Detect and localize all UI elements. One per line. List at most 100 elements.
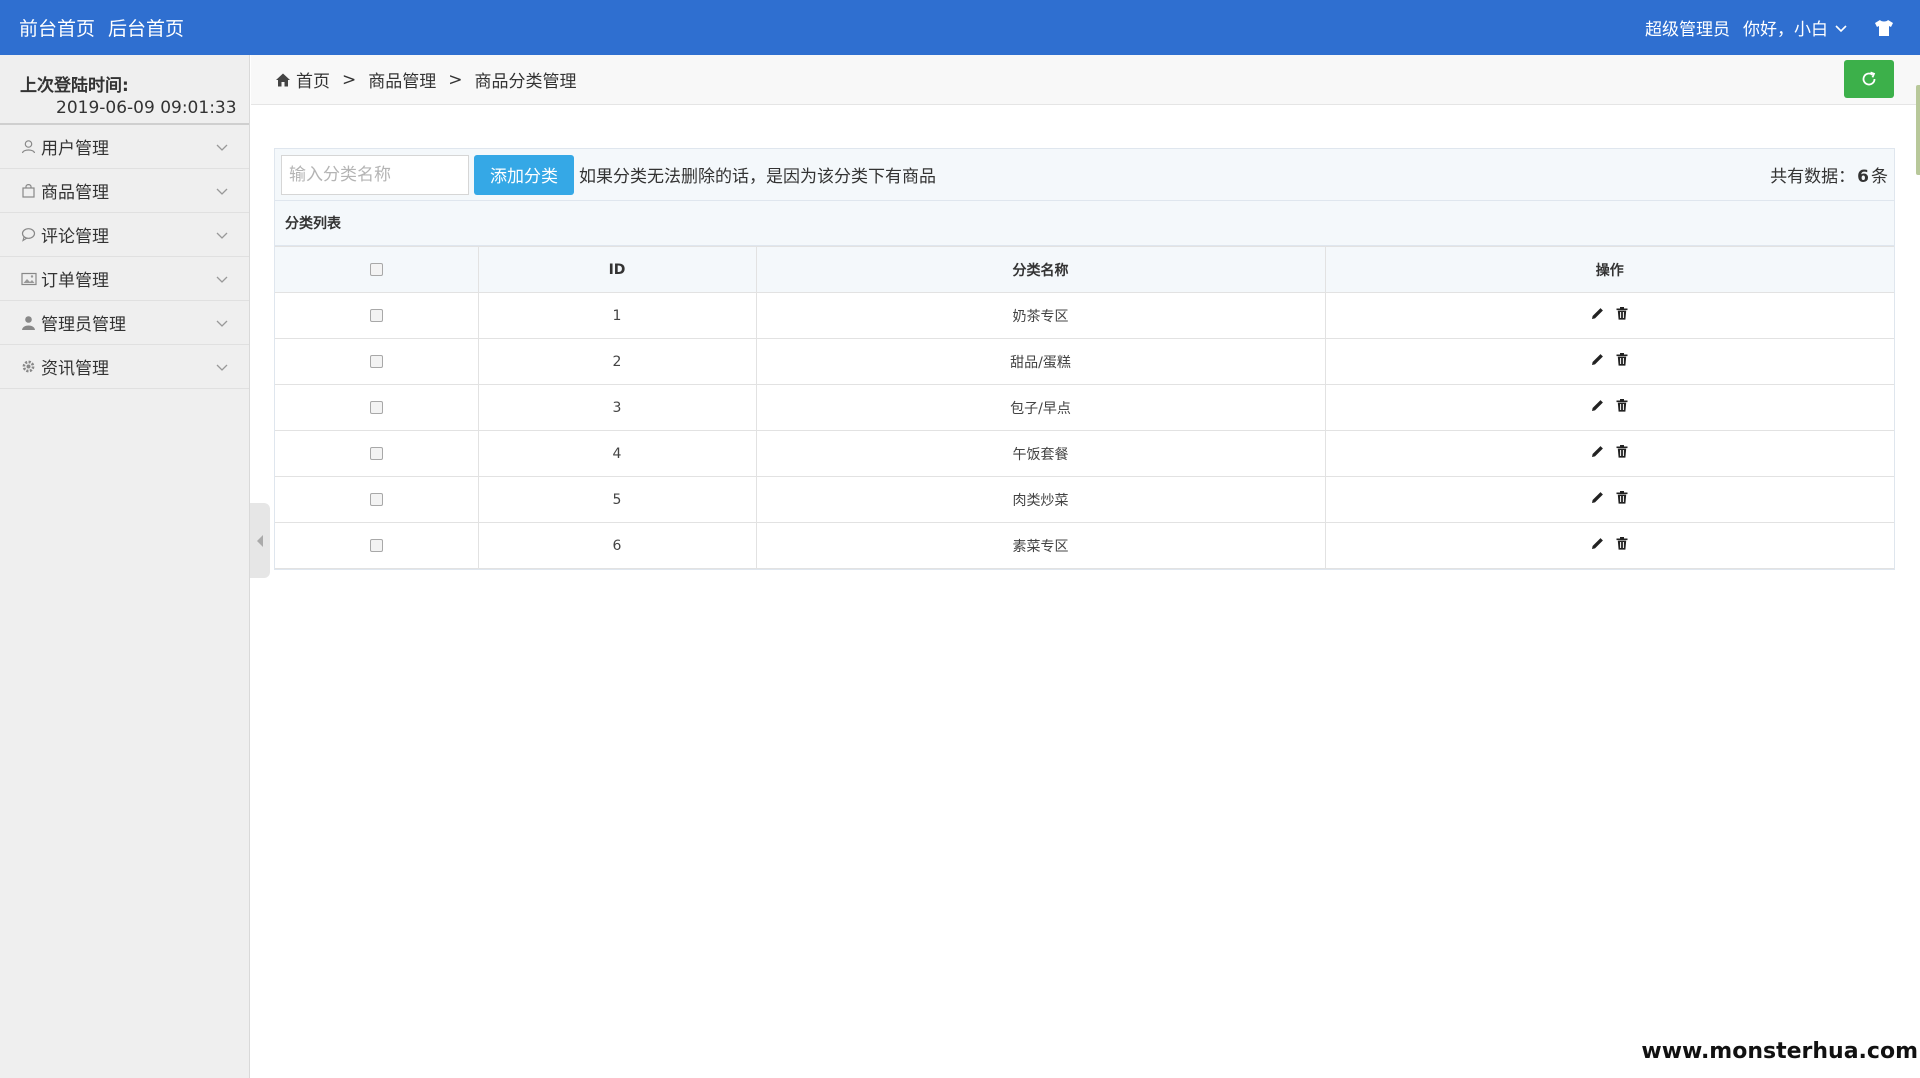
breadcrumb-product-management[interactable]: 商品管理 [368,67,436,92]
row-operations [1324,292,1894,339]
breadcrumb-separator: > [448,69,463,90]
last-login-value: 2019-06-09 09:01:33 [56,98,237,118]
sidebar-item-label: 订单管理 [41,271,109,291]
table-row: 6 素菜专区 [275,522,1894,569]
delete-trash-icon[interactable] [1616,353,1628,366]
category-toolbar: 添加分类 如果分类无法删除的话，是因为该分类下有商品 共有数据：6条 [275,149,1894,201]
caret-left-icon [257,534,263,547]
delete-trash-icon[interactable] [1616,537,1628,550]
row-id: 5 [477,476,757,523]
row-select-cell [275,338,479,385]
row-checkbox[interactable] [369,309,383,322]
watermark: www.monsterhua.com [1641,1039,1918,1064]
sidebar-item-orders[interactable]: 订单管理 [0,257,249,301]
user-greeting: 你好，小白 [1743,20,1828,40]
sidebar-item-label: 商品管理 [41,183,109,203]
table-row: 2 甜品/蛋糕 [275,338,1894,385]
user-solid-icon [20,314,37,331]
edit-pencil-icon[interactable] [1591,537,1604,550]
comment-icon [20,226,37,243]
chevron-down-icon [216,188,228,195]
home-icon [276,73,290,86]
scroll-edge-indicator [1916,85,1920,175]
breadcrumb-home[interactable]: 首页 [296,67,330,92]
sidebar-item-label: 管理员管理 [41,315,126,335]
row-select-cell [275,384,479,431]
user-area: 超级管理员 你好，小白 [1645,15,1920,40]
row-checkbox[interactable] [369,401,383,414]
row-checkbox[interactable] [369,355,383,368]
count-value: 6 [1857,167,1869,187]
count-prefix: 共有数据： [1770,167,1856,187]
sidebar-item-users[interactable]: 用户管理 [0,125,249,169]
top-nav-links: 前台首页 后台首页 [0,14,197,41]
edit-pencil-icon[interactable] [1591,353,1604,366]
delete-trash-icon[interactable] [1616,491,1628,504]
row-id: 6 [477,522,757,569]
back-home-link[interactable]: 后台首页 [108,14,184,41]
category-name-input[interactable] [281,154,469,195]
last-login-label: 上次登陆时间: [20,76,129,96]
edit-pencil-icon[interactable] [1591,491,1604,504]
chevron-down-icon [216,276,228,283]
row-operations [1324,384,1894,431]
breadcrumb: 首页 > 商品管理 > 商品分类管理 [251,55,1920,105]
table-row: 3 包子/早点 [275,384,1894,431]
sidebar-item-admins[interactable]: 管理员管理 [0,301,249,345]
row-category-name: 素菜专区 [755,522,1326,569]
table-row: 4 午饭套餐 [275,430,1894,477]
select-all-checkbox[interactable] [369,263,383,276]
sidebar-item-comments[interactable]: 评论管理 [0,213,249,257]
chevron-down-icon [1835,24,1847,32]
row-checkbox[interactable] [369,447,383,460]
top-navbar: 前台首页 后台首页 超级管理员 你好，小白 [0,0,1920,55]
category-panel: 添加分类 如果分类无法删除的话，是因为该分类下有商品 共有数据：6条 分类列表 … [274,148,1895,570]
breadcrumb-separator: > [342,69,357,90]
gear-icon [20,358,37,375]
row-checkbox[interactable] [369,493,383,506]
row-operations [1324,476,1894,523]
shopping-bag-icon [20,182,37,199]
count-suffix: 条 [1871,167,1888,187]
add-category-button[interactable]: 添加分类 [474,154,574,195]
edit-pencil-icon[interactable] [1591,307,1604,320]
delete-trash-icon[interactable] [1616,445,1628,458]
table-row: 5 肉类炒菜 [275,476,1894,523]
sidebar: 上次登陆时间: 2019-06-09 09:01:33 用户管理 商品管理 评论… [0,55,250,1078]
chevron-down-icon [216,232,228,239]
user-menu-toggle[interactable]: 你好，小白 [1743,15,1848,40]
delete-trash-icon[interactable] [1616,399,1628,412]
row-category-name: 包子/早点 [755,384,1326,431]
chevron-down-icon [216,364,228,371]
sidebar-item-products[interactable]: 商品管理 [0,169,249,213]
header-operations: 操作 [1324,246,1894,293]
tshirt-icon[interactable] [1874,18,1894,38]
table-header-row: ID 分类名称 操作 [275,246,1894,293]
user-role: 超级管理员 [1645,20,1730,40]
refresh-button[interactable] [1844,60,1894,98]
refresh-icon [1862,71,1876,86]
chevron-down-icon [216,144,228,151]
row-id: 2 [477,338,757,385]
list-title: 分类列表 [275,201,1894,246]
delete-tip: 如果分类无法删除的话，是因为该分类下有商品 [579,167,936,187]
header-id: ID [477,246,757,293]
row-operations [1324,338,1894,385]
row-select-cell [275,292,479,339]
row-select-cell [275,476,479,523]
edit-pencil-icon[interactable] [1591,399,1604,412]
sidebar-item-label: 资讯管理 [41,359,109,379]
last-login-box: 上次登陆时间: 2019-06-09 09:01:33 [0,55,249,125]
row-id: 3 [477,384,757,431]
delete-trash-icon[interactable] [1616,307,1628,320]
row-id: 1 [477,292,757,339]
row-category-name: 奶茶专区 [755,292,1326,339]
edit-pencil-icon[interactable] [1591,445,1604,458]
sidebar-collapse-toggle[interactable] [250,503,270,578]
row-checkbox[interactable] [369,539,383,552]
row-category-name: 午饭套餐 [755,430,1326,477]
image-icon [20,270,37,287]
header-category-name: 分类名称 [755,246,1326,293]
sidebar-item-news[interactable]: 资讯管理 [0,345,249,389]
front-home-link[interactable]: 前台首页 [19,14,95,41]
